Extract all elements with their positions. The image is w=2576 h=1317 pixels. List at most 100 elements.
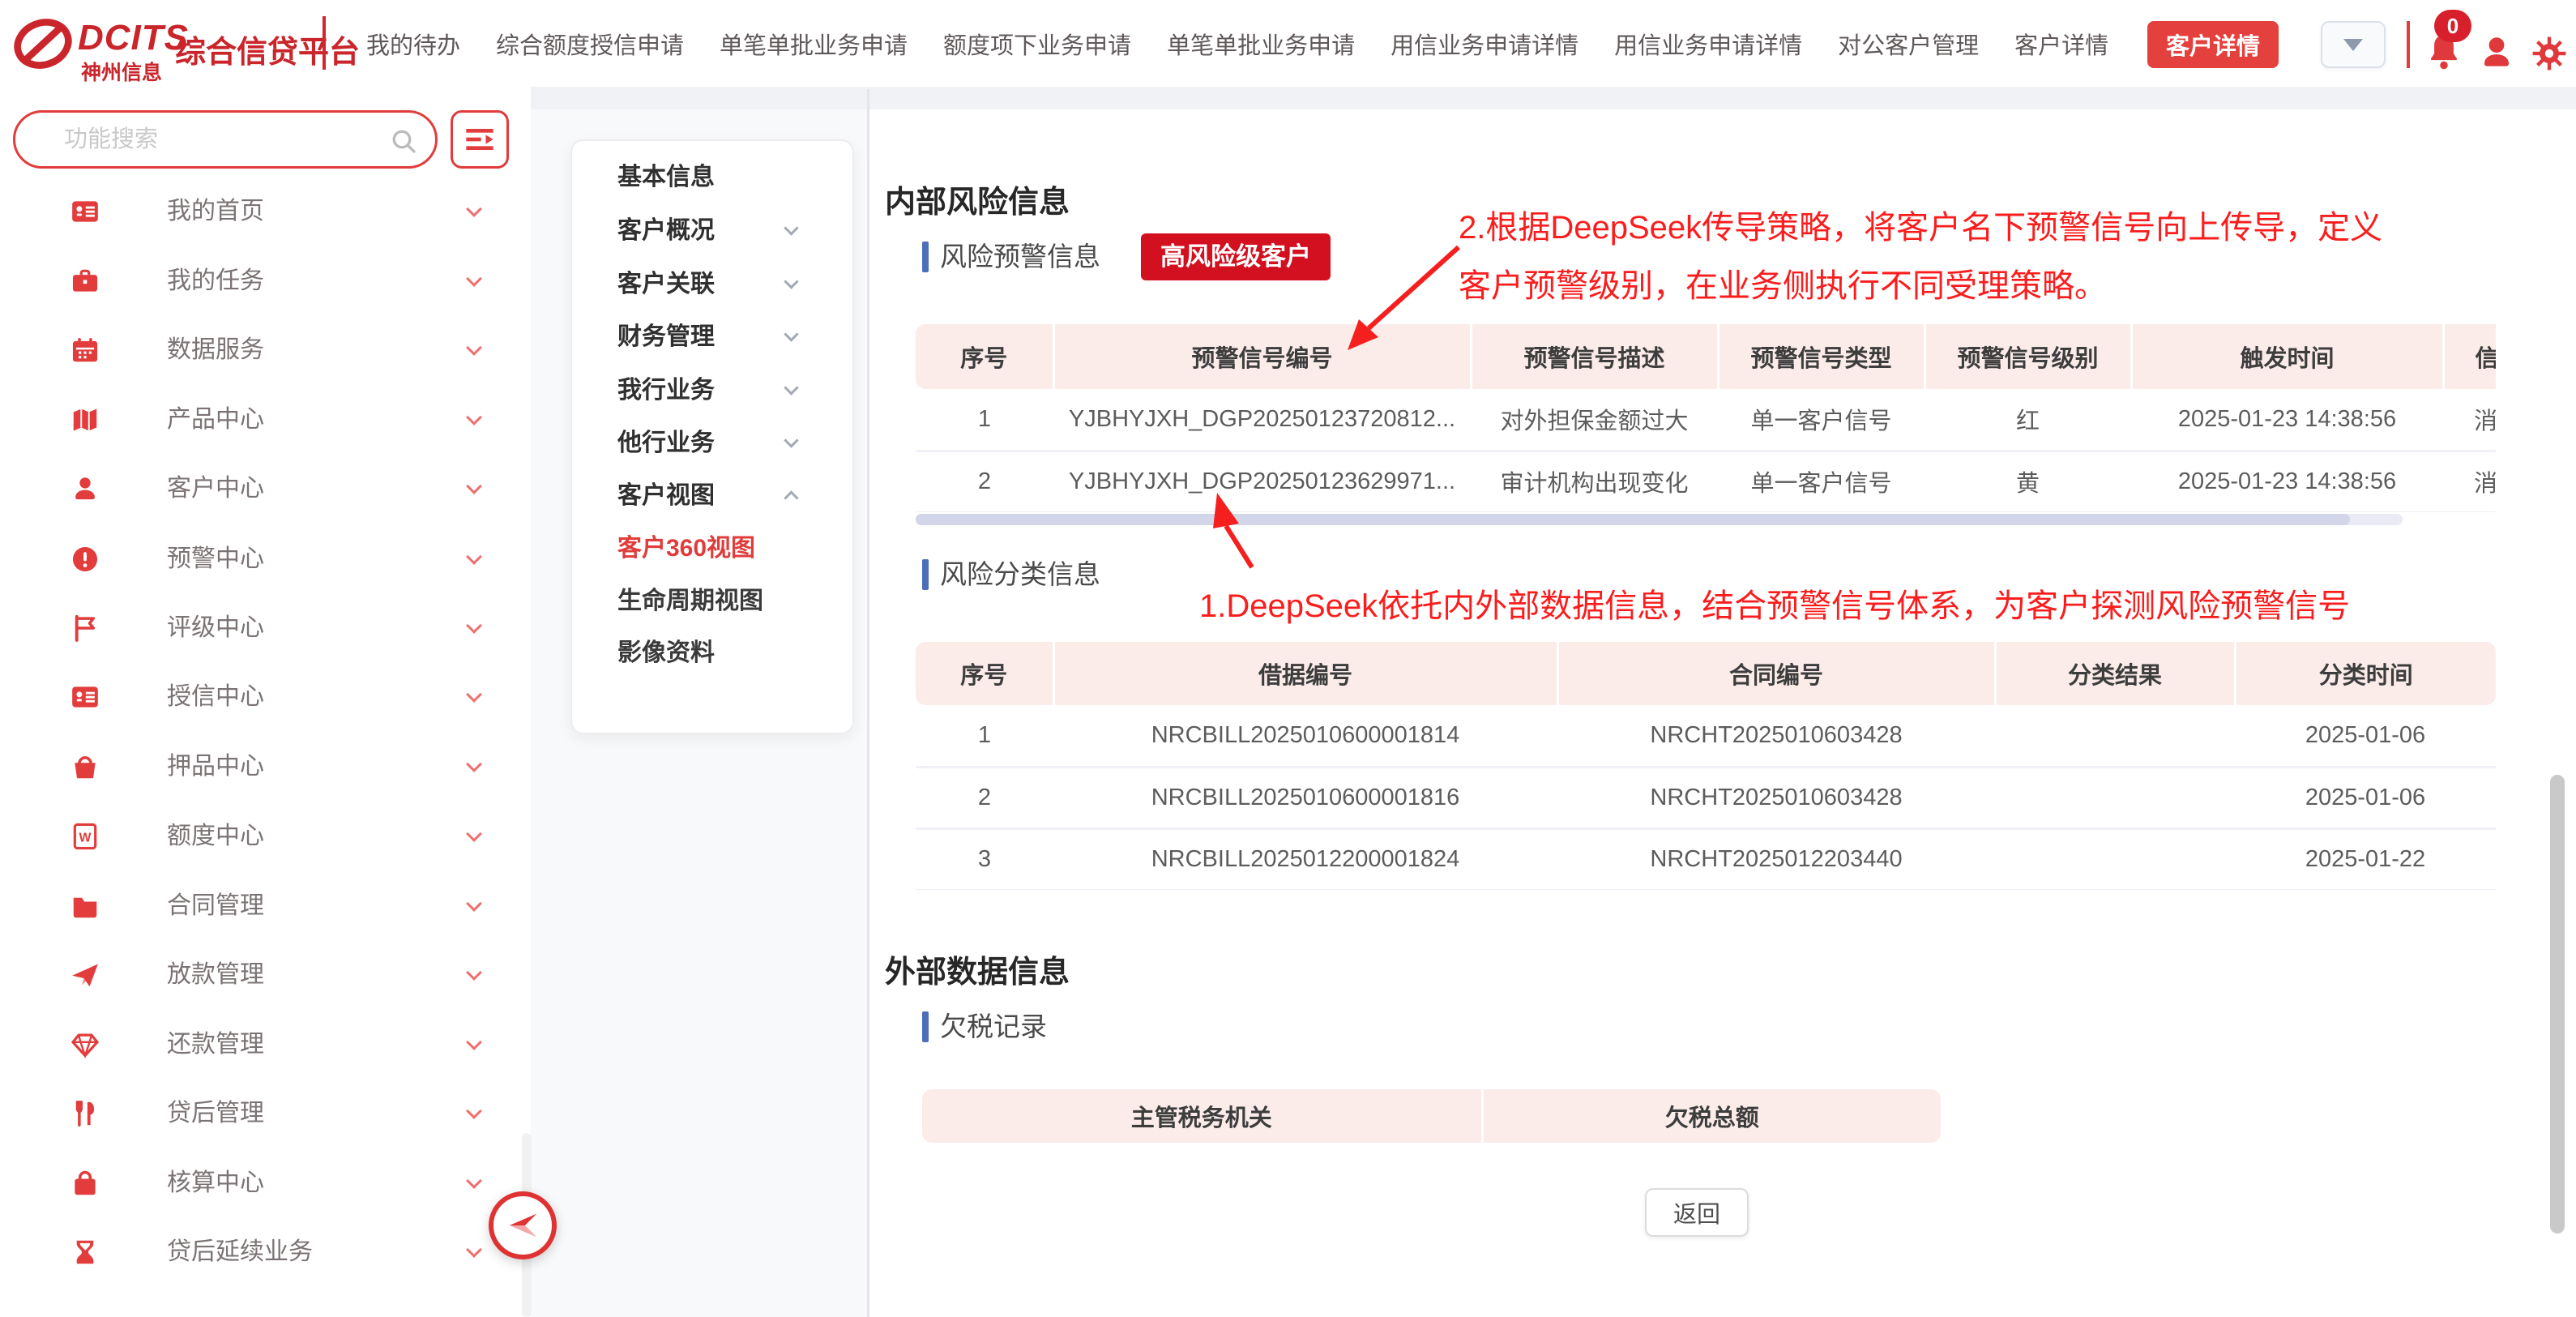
user-icon[interactable] — [2476, 32, 2517, 73]
sidebar-item-repayment-mgmt[interactable]: 还款管理 — [0, 1027, 531, 1063]
subnav-item-customer-360-view[interactable]: 客户360视图 — [572, 531, 856, 567]
sidebar-item-quota-center[interactable]: W 额度中心 — [0, 819, 531, 854]
active-tab-button[interactable]: 客户详情 — [2147, 21, 2279, 68]
chevron-down-icon — [466, 1103, 482, 1119]
sidebar-item-collateral-center[interactable]: 押品中心 — [0, 749, 531, 785]
sidebar-item-credit-center[interactable]: 授信中心 — [0, 679, 531, 715]
chevron-down-icon — [784, 327, 798, 341]
sidebar-collapse-button[interactable] — [489, 1191, 557, 1259]
table-cell — [1995, 705, 2235, 767]
annotation-note-2: 2.根据DeepSeek传导策略，将客户名下预警信号向上传导，定义 客户预警级别… — [1459, 199, 2382, 315]
sidebar-item-warning-center[interactable]: 预警中心 — [0, 541, 531, 577]
subnav-item-basic-info[interactable]: 基本信息 — [572, 160, 856, 195]
collapse-arrow-icon — [504, 1207, 541, 1244]
sidebar-item-label: 押品中心 — [167, 749, 264, 785]
table-header-row: 主管税务机关 欠税总额 — [922, 1089, 1941, 1143]
nav-item[interactable]: 客户详情 — [2014, 27, 2108, 61]
page-scrollbar[interactable] — [2550, 775, 2565, 1234]
sidebar-item-label: 授信中心 — [167, 679, 264, 715]
function-search — [13, 110, 438, 169]
chevron-down-icon — [784, 380, 798, 395]
nav-item[interactable]: 综合额度授信申请 — [496, 27, 684, 61]
tab-dropdown-button[interactable] — [2321, 21, 2386, 68]
table-cell — [1995, 828, 2235, 890]
table-cell: NRCBILL2025010600001814 — [1053, 705, 1557, 767]
sidebar-item-label: 额度中心 — [167, 819, 264, 854]
utensils-icon — [70, 1098, 100, 1129]
sidebar-item-my-tasks[interactable]: 我的任务 — [0, 263, 531, 299]
back-button[interactable]: 返回 — [1645, 1188, 1749, 1237]
column-header: 预警信号类型 — [1718, 324, 1925, 389]
flag-icon — [70, 613, 100, 644]
chevron-down-icon — [466, 896, 482, 912]
table-cell: 1 — [916, 705, 1053, 767]
nav-item[interactable]: 我的待办 — [366, 27, 460, 61]
nav-item[interactable]: 额度项下业务申请 — [943, 27, 1131, 61]
handbag-icon — [70, 751, 100, 782]
table-cell: YJBHYJXH_DGP20250123629971... — [1053, 451, 1471, 512]
section-bar — [922, 242, 929, 272]
table-cell: NRCBILL2025012200001824 — [1053, 828, 1557, 890]
table-cell: 2025-01-22 — [2235, 828, 2496, 890]
subnav-item-finance-mgmt[interactable]: 财务管理 — [572, 319, 856, 355]
subnav-item-image-files[interactable]: 影像资料 — [572, 635, 856, 671]
sidebar-item-loan-renewal[interactable]: 贷后延续业务 — [0, 1234, 531, 1270]
sidebar-item-loan-disbursement[interactable]: 放款管理 — [0, 957, 531, 993]
table-cell: 3 — [916, 828, 1053, 890]
sidebar-item-accounting-center[interactable]: 核算中心 — [0, 1165, 531, 1201]
sidebar-item-my-home[interactable]: 我的首页 — [0, 194, 531, 229]
subnav-item-label: 客户360视图 — [617, 531, 755, 567]
search-input[interactable] — [64, 116, 380, 163]
chevron-down-icon — [466, 549, 482, 565]
brand-name: DCITS — [78, 18, 189, 58]
logo-divider — [323, 16, 326, 70]
sidebar-item-customer-center[interactable]: 客户中心 — [0, 471, 531, 507]
menu-toggle-button[interactable] — [451, 110, 509, 169]
risk-warning-table: 序号 预警信号编号 预警信号描述 预警信号类型 预警信号级别 触发时间 信 1 … — [916, 324, 2496, 512]
chevron-down-icon — [784, 433, 798, 447]
subnav-item-label: 客户概况 — [617, 213, 715, 249]
sidebar-item-rating-center[interactable]: 评级中心 — [0, 610, 531, 646]
sidebar-item-product-center[interactable]: 产品中心 — [0, 402, 531, 438]
sidebar-item-label: 客户中心 — [167, 471, 264, 507]
chevron-down-icon — [466, 964, 482, 981]
subnav-item-label: 客户视图 — [617, 478, 715, 514]
diamond-icon — [70, 1029, 100, 1060]
table-horizontal-scrollbar[interactable] — [916, 514, 2403, 525]
column-header: 分类结果 — [1995, 642, 2235, 705]
chevron-down-icon — [466, 340, 482, 356]
column-header: 预警信号描述 — [1471, 324, 1718, 389]
notification-badge: 0 — [2434, 10, 2471, 42]
chevron-down-icon — [466, 826, 482, 842]
nav-item[interactable]: 用信业务申请详情 — [1614, 27, 1802, 61]
nav-item[interactable]: 对公客户管理 — [1838, 27, 1979, 61]
sidebar-item-label: 还款管理 — [167, 1027, 264, 1063]
subnav-item-customer-relations[interactable]: 客户关联 — [572, 267, 856, 302]
sidebar-item-label: 贷后延续业务 — [167, 1234, 313, 1270]
external-data-title: 外部数据信息 — [885, 947, 1070, 991]
customer-subnav-card: 基本信息 客户概况 客户关联 财务管理 我行业务 他行业务 客户视图 客户360… — [570, 139, 854, 734]
sidebar-item-contract-mgmt[interactable]: 合同管理 — [0, 888, 531, 924]
table-cell: NRCHT2025010603428 — [1557, 705, 1995, 767]
column-header: 分类时间 — [2235, 642, 2496, 705]
scrollbar-thumb[interactable] — [916, 514, 2350, 525]
table-row: 2 YJBHYJXH_DGP20250123629971... 审计机构出现变化… — [916, 451, 2496, 512]
sidebar-item-label: 评级中心 — [167, 610, 264, 646]
subnav-item-lifecycle-view[interactable]: 生命周期视图 — [572, 584, 856, 619]
sidebar-item-data-service[interactable]: 数据服务 — [0, 332, 531, 368]
subnav-item-customer-view[interactable]: 客户视图 — [572, 478, 856, 514]
nav-item[interactable]: 单笔单批业务申请 — [1167, 27, 1355, 61]
subnav-item-other-bank-business[interactable]: 他行业务 — [572, 425, 856, 461]
sidebar-item-label: 我的首页 — [167, 194, 264, 229]
nav-item[interactable]: 单笔单批业务申请 — [720, 27, 908, 61]
nav-item[interactable]: 用信业务申请详情 — [1391, 27, 1578, 61]
gear-icon[interactable] — [2530, 34, 2569, 73]
table-cell — [1995, 767, 2235, 828]
high-risk-badge: 高风险级客户 — [1141, 233, 1331, 280]
internal-risk-title: 内部风险信息 — [885, 177, 1070, 221]
subnav-item-our-bank-business[interactable]: 我行业务 — [572, 373, 856, 408]
sidebar-item-post-loan-mgmt[interactable]: 贷后管理 — [0, 1096, 531, 1131]
chevron-down-icon — [466, 686, 482, 703]
subnav-item-customer-overview[interactable]: 客户概况 — [572, 213, 856, 249]
table-cell: 审计机构出现变化 — [1471, 451, 1718, 512]
